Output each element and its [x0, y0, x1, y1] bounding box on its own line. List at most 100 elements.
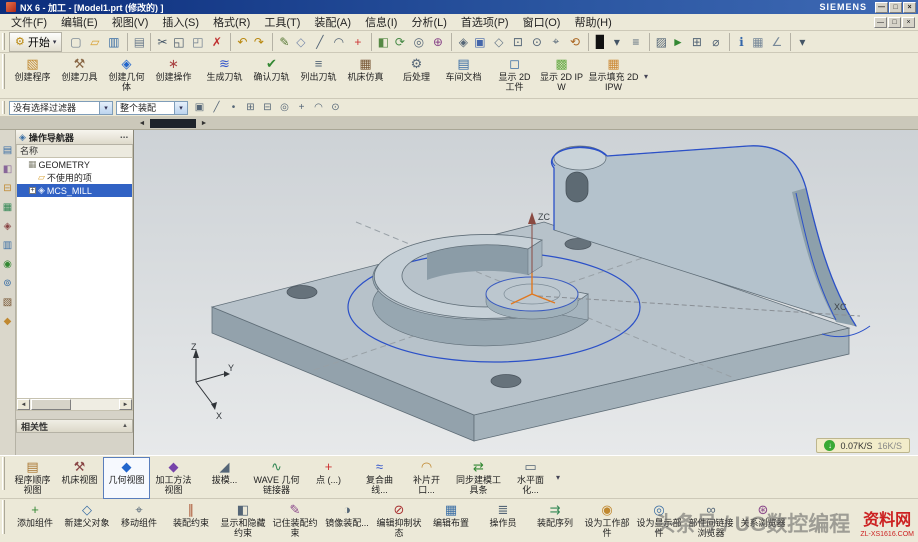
- create-operation-button[interactable]: ∗ 创建操作: [150, 54, 197, 96]
- add-component-button[interactable]: + 添加组件: [9, 500, 61, 542]
- start-menu-button[interactable]: ⚙ 开始 ▾: [9, 32, 62, 52]
- create-geometry-button[interactable]: ◈ 创建几何体: [103, 54, 150, 96]
- mdi-close-button[interactable]: ×: [902, 17, 915, 28]
- model-canvas[interactable]: ZC XC Z Y X: [134, 130, 918, 455]
- mdi-restore-button[interactable]: □: [888, 17, 901, 28]
- restore-button[interactable]: □: [889, 2, 902, 13]
- tree-node-unused-items[interactable]: ▱ 不使用的项: [17, 171, 132, 184]
- move-component-button[interactable]: ⌖ 移动组件: [113, 500, 165, 542]
- part-navigator-icon[interactable]: ⊟: [1, 182, 15, 195]
- menu-tools[interactable]: 工具(T): [257, 13, 307, 31]
- plate-hole[interactable]: [491, 375, 521, 388]
- interpart-link-browser-button[interactable]: ∞ 部件间链接浏览器: [685, 500, 737, 542]
- zoom-icon[interactable]: ⊙: [527, 33, 546, 51]
- info-icon[interactable]: ℹ: [729, 33, 748, 51]
- mdi-minimize-button[interactable]: —: [874, 17, 887, 28]
- geometry-view-button[interactable]: ◆ 几何视图: [103, 457, 150, 499]
- copy-icon[interactable]: ◱: [169, 33, 188, 51]
- scrollbar-thumb[interactable]: [31, 399, 71, 410]
- menu-analysis[interactable]: 分析(L): [404, 13, 453, 31]
- operator-button[interactable]: ≣ 操作员: [477, 500, 529, 542]
- collapse-icon[interactable]: ▲: [122, 423, 128, 429]
- generate-toolpath-button[interactable]: ≋ 生成刀轨: [201, 54, 248, 96]
- assembly-sequence-button[interactable]: ⇉ 装配序列: [529, 500, 581, 542]
- line-icon[interactable]: ╱: [310, 33, 329, 51]
- snap-quadrant-icon[interactable]: ◠: [310, 100, 327, 115]
- create-program-button[interactable]: ▧ 创建程序: [9, 54, 56, 96]
- undo-icon[interactable]: ↶: [230, 33, 249, 51]
- menu-view[interactable]: 视图(V): [105, 13, 156, 31]
- graphics-viewport[interactable]: ZC XC Z Y X ↓ 0.07K/S 16K/S: [134, 130, 918, 455]
- snap-mid-icon[interactable]: ⊟: [259, 100, 276, 115]
- make-planar-button[interactable]: ▭ 水平面化...: [507, 457, 554, 499]
- select-face-icon[interactable]: ▣: [191, 100, 208, 115]
- program-order-view-button[interactable]: ▤ 程序顺序视图: [9, 457, 56, 499]
- show-filled-2d-ipw-button[interactable]: ▦ 显示填充 2D IPW: [585, 54, 642, 96]
- patch-opening-button[interactable]: ◠ 补片开口...: [403, 457, 450, 499]
- layer-icon[interactable]: ≡: [626, 33, 645, 51]
- scrollbar-track[interactable]: [30, 399, 119, 410]
- plate-hole[interactable]: [287, 286, 317, 299]
- angle-icon[interactable]: ∠: [767, 33, 786, 51]
- remember-constraints-button[interactable]: ✎ 记住装配约束: [269, 500, 321, 542]
- relations-browser-button[interactable]: ⊛ 关系浏览器: [737, 500, 789, 542]
- name-column-header[interactable]: 名称: [16, 145, 133, 158]
- menu-assemblies[interactable]: 装配(A): [307, 13, 358, 31]
- select-point-icon[interactable]: •: [225, 100, 242, 115]
- horizontal-scrollbar[interactable]: ◄ ►: [16, 398, 133, 411]
- menu-information[interactable]: 信息(I): [358, 13, 404, 31]
- revolve-icon[interactable]: ⟳: [390, 33, 409, 51]
- hd3d-tools-icon[interactable]: ◉: [1, 258, 15, 271]
- menu-help[interactable]: 帮助(H): [567, 13, 618, 31]
- menu-preferences[interactable]: 首选项(P): [454, 13, 516, 31]
- new-parent-button[interactable]: ◇ 新建父对象: [61, 500, 113, 542]
- point-icon[interactable]: +: [348, 33, 367, 51]
- expander-icon[interactable]: [19, 161, 26, 168]
- menu-edit[interactable]: 编辑(E): [54, 13, 105, 31]
- shaded-view-icon[interactable]: ▣: [470, 33, 489, 51]
- tree-node-geometry[interactable]: ▦ GEOMETRY: [17, 158, 132, 171]
- snap-point-icon[interactable]: ⊞: [687, 33, 706, 51]
- rotate-view-icon[interactable]: ⟲: [565, 33, 584, 51]
- assembly-navigator-icon[interactable]: ▤: [1, 144, 15, 157]
- menu-window[interactable]: 窗口(O): [516, 13, 568, 31]
- toolbar-options-icon[interactable]: ▾: [790, 33, 809, 51]
- verify-toolpath-button[interactable]: ✔ 确认刀轨: [248, 54, 295, 96]
- postprocess-button[interactable]: ⚙ 后处理: [393, 54, 440, 96]
- open-folder-icon[interactable]: ▱: [85, 33, 104, 51]
- roles-icon[interactable]: ◆: [1, 315, 15, 328]
- scroll-right-icon[interactable]: ►: [119, 399, 132, 410]
- delete-icon[interactable]: ✗: [207, 33, 226, 51]
- new-file-icon[interactable]: ▢: [66, 33, 85, 51]
- machine-simulation-button[interactable]: ▦ 机床仿真: [342, 54, 389, 96]
- scroll-right-icon[interactable]: ►: [198, 120, 210, 127]
- chevron-down-icon[interactable]: ▾: [99, 102, 112, 114]
- select-edge-icon[interactable]: ╱: [208, 100, 225, 115]
- machining-method-view-button[interactable]: ◆ 加工方法视图: [150, 457, 197, 499]
- color-swatch[interactable]: ▉: [588, 33, 607, 51]
- show-2d-ipw-button[interactable]: ▩ 显示 2D IPW: [538, 54, 585, 96]
- shop-documentation-button[interactable]: ▤ 车间文档: [440, 54, 487, 96]
- datum-plane-icon[interactable]: ◇: [291, 33, 310, 51]
- toolbar-grip[interactable]: [2, 101, 5, 115]
- history-icon[interactable]: ▧: [1, 296, 15, 309]
- composite-curve-button[interactable]: ≈ 复合曲线...: [356, 457, 403, 499]
- unite-icon[interactable]: ⊕: [428, 33, 447, 51]
- extrude-icon[interactable]: ◧: [371, 33, 390, 51]
- assembly-constraints-button[interactable]: ∥ 装配约束: [165, 500, 217, 542]
- show-hide-icon[interactable]: ▨: [649, 33, 668, 51]
- operation-navigator-icon[interactable]: ▦: [1, 201, 15, 214]
- mirror-assembly-button[interactable]: ◑ 镜像装配...: [321, 500, 373, 542]
- edit-arrangement-button[interactable]: ▦ 编辑布置: [425, 500, 477, 542]
- fit-view-icon[interactable]: ⊡: [508, 33, 527, 51]
- selection-filter-combo[interactable]: 没有选择过滤器 ▾: [9, 101, 113, 115]
- set-display-part-button[interactable]: ◎ 设为显示部件: [633, 500, 685, 542]
- snap-end-icon[interactable]: ⊞: [242, 100, 259, 115]
- materials-icon[interactable]: ▦: [748, 33, 767, 51]
- selection-scope-combo[interactable]: 整个装配 ▾: [116, 101, 188, 115]
- toolbar-grip[interactable]: [2, 54, 5, 89]
- hole-icon[interactable]: ◎: [409, 33, 428, 51]
- color-dropdown-icon[interactable]: ▾: [607, 33, 626, 51]
- expander-icon[interactable]: +: [29, 187, 36, 194]
- cad-model[interactable]: [212, 146, 870, 441]
